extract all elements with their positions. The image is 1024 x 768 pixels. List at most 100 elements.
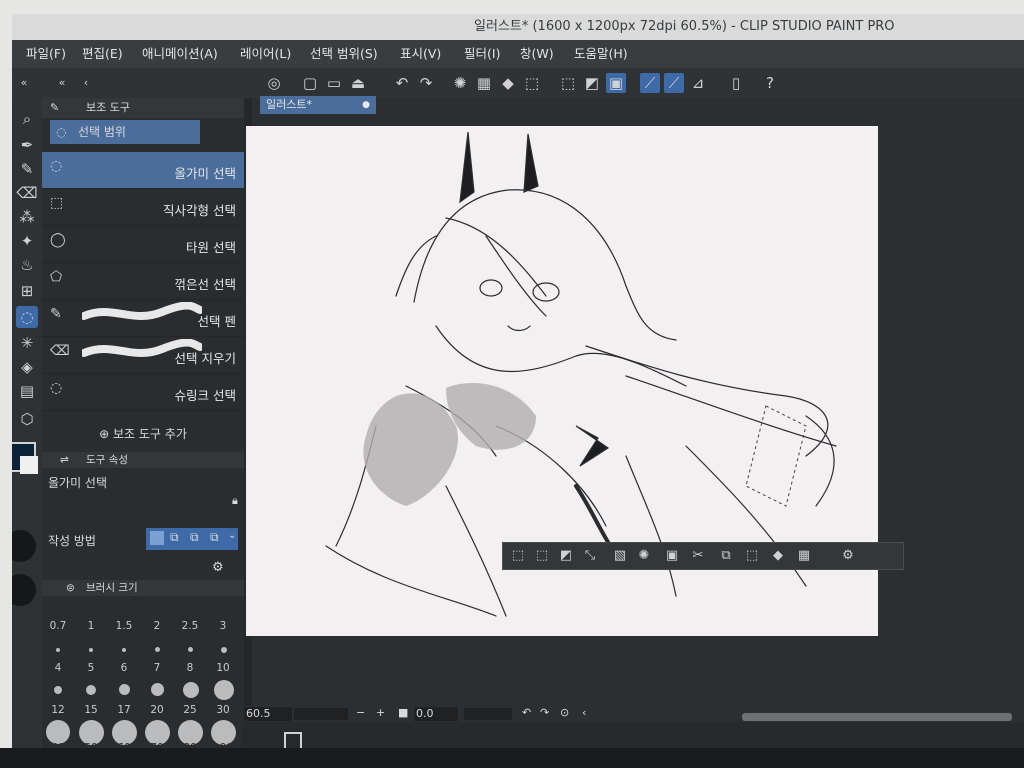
brush-size-option[interactable]: 30 — [207, 704, 239, 716]
redo-icon[interactable]: ↷ — [416, 73, 436, 93]
zoom-in-icon[interactable]: + — [376, 706, 385, 719]
subtool-item-polyline[interactable]: ⬠ 꺾은선 선택 — [42, 263, 244, 300]
expand-selection-icon[interactable]: ◩ — [557, 547, 575, 565]
color-set-icon[interactable] — [12, 574, 36, 606]
zoom-slider[interactable] — [294, 708, 348, 720]
brush-size-option[interactable]: 0.7 — [42, 620, 74, 632]
rotate-left-icon[interactable]: ↶ — [522, 706, 531, 719]
screentone-icon[interactable]: ▦ — [795, 547, 813, 565]
brush-size-option[interactable]: 2.5 — [174, 620, 206, 632]
snap-ruler-icon[interactable]: ⟋ — [640, 73, 660, 93]
brush-size-option[interactable]: 17 — [108, 704, 140, 716]
sub-color-swatch[interactable] — [20, 456, 38, 474]
menu-help[interactable]: 도움말(H) — [574, 40, 628, 68]
brush-size-option[interactable]: 25 — [174, 704, 206, 716]
tool-property-tab-label[interactable]: 도구 속성 — [86, 452, 128, 468]
scale-rotate-icon[interactable]: ⬚ — [743, 547, 761, 565]
open-folder-icon[interactable]: ▭ — [324, 73, 344, 93]
snap-grid-icon[interactable]: ⊿ — [688, 73, 708, 93]
brush-size-option[interactable]: 10 — [207, 662, 239, 674]
menu-file[interactable]: 파일(F) — [26, 40, 66, 68]
invert-selection-icon[interactable]: ◩ — [582, 73, 602, 93]
brush-size-option[interactable]: 20 — [141, 704, 173, 716]
new-selection-icon[interactable] — [150, 531, 164, 545]
clip-studio-icon[interactable]: ◎ — [264, 73, 284, 93]
subtool-item-lasso[interactable]: ◌ 올가미 선택 — [42, 152, 244, 189]
zoom-field[interactable]: 60.5 — [244, 707, 292, 721]
flip-icon[interactable]: ‹ — [582, 706, 586, 719]
snap-special-ruler-icon[interactable]: ⟋ — [664, 73, 684, 93]
close-tab-icon[interactable]: ● — [362, 96, 370, 114]
auto-select-tool-icon[interactable]: ✳ — [16, 332, 38, 354]
brush-size-option[interactable]: 7 — [141, 662, 173, 674]
zoom-tool-icon[interactable]: ⌕ — [16, 108, 38, 130]
chevron-left-icon[interactable]: ‹ — [76, 73, 96, 93]
subtool-group[interactable]: ◌ 선택 범위 — [50, 120, 200, 144]
show-selection-icon[interactable]: ▣ — [606, 73, 626, 93]
brush-size-option[interactable]: 5 — [75, 662, 107, 674]
zoom-out-icon[interactable]: − — [356, 706, 365, 719]
eraser-tool-icon[interactable]: ⌫ — [16, 182, 38, 204]
fill-icon[interactable]: ◆ — [769, 547, 787, 565]
save-icon[interactable]: ⏏ — [348, 73, 368, 93]
deselect-icon[interactable]: ⬚ — [509, 547, 527, 565]
airbrush-tool-icon[interactable]: ⁂ — [16, 206, 38, 228]
help-icon[interactable]: ? — [760, 73, 780, 93]
subtool-item-shrink[interactable]: ◌ 슈링크 선택 — [42, 374, 244, 411]
chevron-down-icon[interactable]: ⌄ — [228, 530, 236, 541]
undo-icon[interactable]: ↶ — [392, 73, 412, 93]
blend-tool-icon[interactable]: ♨ — [16, 254, 38, 276]
fit-icon[interactable]: ■ — [398, 706, 408, 719]
brush-size-option[interactable]: 1 — [75, 620, 107, 632]
subtool-item-selection-pen[interactable]: ✎ 선택 펜 — [42, 300, 244, 337]
pencil-tool-icon[interactable]: ✎ — [16, 158, 38, 180]
lock-icon[interactable]: 🔒︎ — [232, 494, 238, 508]
smartphone-icon[interactable]: ▯ — [726, 73, 746, 93]
subtract-selection-icon[interactable]: ⧉ — [190, 530, 199, 545]
decoration-tool-icon[interactable]: ✦ — [16, 230, 38, 252]
brush-size-option[interactable]: 3 — [207, 620, 239, 632]
menu-window[interactable]: 창(W) — [520, 40, 554, 68]
brush-size-option[interactable]: 15 — [75, 704, 107, 716]
brush-size-option[interactable]: 4 — [42, 662, 74, 674]
deselect-icon[interactable]: ⬚ — [558, 73, 578, 93]
brush-icon[interactable]: ✎ — [50, 98, 59, 118]
object-tool-icon[interactable]: ⬡ — [16, 408, 38, 430]
add-subtool-button[interactable]: ⊕ 보조 도구 추가 — [42, 424, 244, 444]
pen-tool-icon[interactable]: ✒ — [16, 134, 38, 156]
selection-tool-icon[interactable]: ◌ — [16, 306, 38, 328]
menu-filter[interactable]: 필터(I) — [464, 40, 500, 68]
add-selection-icon[interactable]: ⧉ — [170, 530, 179, 545]
brush-size-option[interactable]: 6 — [108, 662, 140, 674]
rotation-field[interactable]: 0.0 — [414, 707, 458, 721]
copy-paste-icon[interactable]: ⧉ — [717, 547, 735, 565]
fill-tool-icon[interactable]: ◈ — [16, 356, 38, 378]
clear-icon[interactable]: ✺ — [450, 73, 470, 93]
subtool-tab-label[interactable]: 보조 도구 — [86, 98, 130, 118]
horizontal-scrollbar[interactable] — [742, 713, 1012, 721]
transform-icon[interactable]: ⬚ — [522, 73, 542, 93]
shrink-selection-icon[interactable]: ⤡ — [581, 547, 599, 565]
intersect-selection-icon[interactable]: ⧉ — [210, 530, 219, 545]
brush-size-tab-label[interactable]: 브러시 크기 — [86, 580, 138, 596]
invert-selection-icon[interactable]: ⬚ — [533, 547, 551, 565]
rotate-right-icon[interactable]: ↷ — [540, 706, 549, 719]
launcher-settings-icon[interactable]: ⚙ — [839, 547, 857, 565]
menu-selection[interactable]: 선택 범위(S) — [310, 40, 378, 68]
new-layer-from-selection-icon[interactable]: ▣ — [663, 547, 681, 565]
reset-rotation-icon[interactable]: ⊙ — [560, 706, 569, 719]
menu-view[interactable]: 표시(V) — [400, 40, 441, 68]
clear-icon[interactable]: ✺ — [635, 547, 653, 565]
frame-tool-icon[interactable]: ⊞ — [16, 280, 38, 302]
cut-paste-icon[interactable]: ✂ — [689, 547, 707, 565]
brush-size-option[interactable]: 12 — [42, 704, 74, 716]
clear-outside-icon[interactable]: ▦ — [474, 73, 494, 93]
menu-layer[interactable]: 레이어(L) — [240, 40, 291, 68]
fill-icon[interactable]: ◆ — [498, 73, 518, 93]
brush-size-option[interactable]: 2 — [141, 620, 173, 632]
menu-animation[interactable]: 애니메이션(A) — [142, 40, 218, 68]
menu-edit[interactable]: 편집(E) — [82, 40, 123, 68]
collapse-left-icon[interactable]: « — [14, 73, 34, 93]
subtool-item-selection-eraser[interactable]: ⌫ 선택 지우기 — [42, 337, 244, 374]
brush-size-option[interactable]: 1.5 — [108, 620, 140, 632]
